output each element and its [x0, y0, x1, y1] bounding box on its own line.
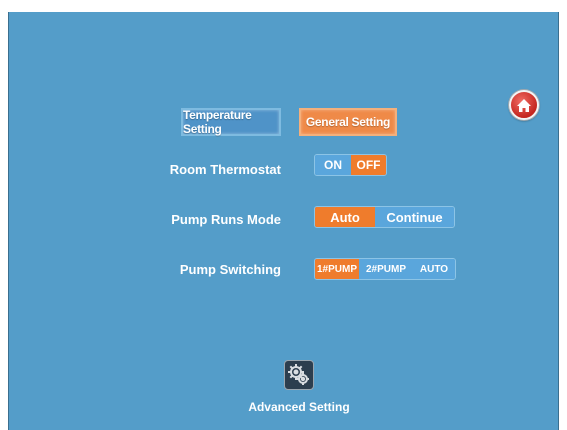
tab-temperature-setting[interactable]: Temperature Setting — [181, 108, 281, 136]
pump-switching-selector[interactable]: 1#PUMP 2#PUMP AUTO — [314, 258, 456, 280]
pump-runs-mode-continue[interactable]: Continue — [375, 207, 454, 227]
gears-icon — [288, 364, 309, 385]
home-button[interactable] — [509, 90, 539, 120]
room-thermostat-label: Room Thermostat — [169, 162, 281, 177]
pump-switching-1pump[interactable]: 1#PUMP — [315, 259, 359, 279]
room-thermostat-on[interactable]: ON — [315, 155, 351, 175]
settings-screen: Temperature Setting General Setting Room… — [8, 12, 559, 430]
tab-general-setting[interactable]: General Setting — [299, 108, 397, 136]
room-thermostat-off[interactable]: OFF — [351, 155, 386, 175]
pump-runs-mode-selector[interactable]: Auto Continue — [314, 206, 455, 228]
home-icon — [517, 98, 531, 112]
pump-switching-label: Pump Switching — [179, 262, 281, 277]
pump-switching-2pump[interactable]: 2#PUMP — [359, 259, 413, 279]
pump-switching-auto[interactable]: AUTO — [413, 259, 455, 279]
room-thermostat-toggle[interactable]: ON OFF — [314, 154, 387, 176]
pump-runs-mode-label: Pump Runs Mode — [171, 212, 281, 227]
pump-runs-mode-auto[interactable]: Auto — [315, 207, 375, 227]
advanced-setting-button[interactable] — [284, 360, 314, 390]
advanced-setting-label: Advanced Setting — [248, 400, 350, 414]
